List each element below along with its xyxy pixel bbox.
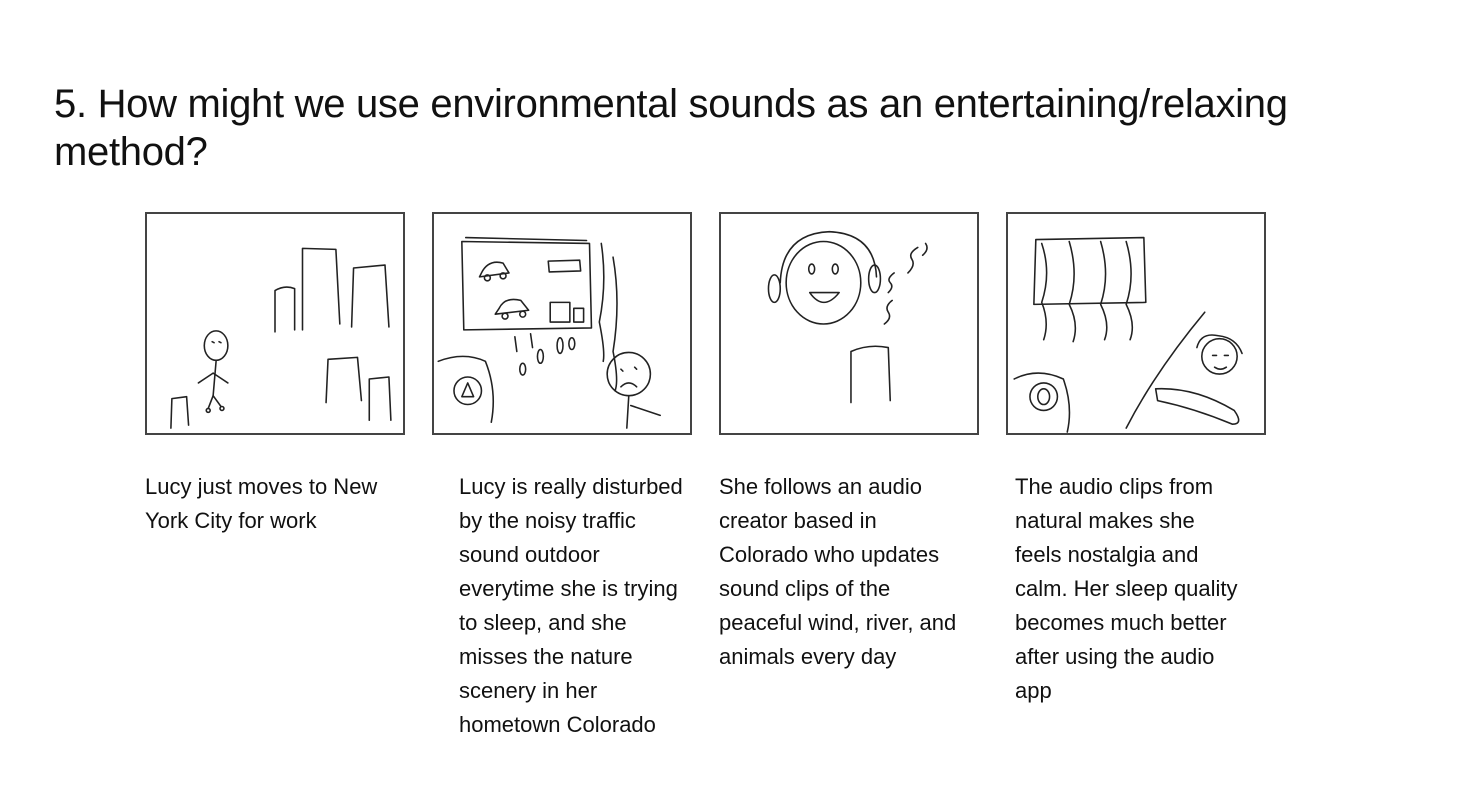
- audio-creator-sketch: [767, 230, 928, 404]
- storyboard-caption-3: She follows an audio creator based in Co…: [719, 474, 957, 669]
- storyboard-caption-1: Lucy just moves to New York City for wor…: [145, 474, 378, 533]
- noisy-traffic-sketch: [437, 236, 661, 429]
- storyboard-panel-4: [1006, 212, 1266, 435]
- slide-title: 5. How might we use environmental sounds…: [54, 82, 1288, 174]
- relaxing-sleep-sketch: [1013, 236, 1243, 433]
- person-in-city-sketch: [170, 247, 392, 429]
- storyboard-caption-4: The audio clips from natural makes she f…: [1015, 474, 1238, 703]
- storyboard-panel-3: [719, 212, 979, 435]
- storyboard-panel-2: [432, 212, 692, 435]
- storyboard-panel-1: [145, 212, 405, 435]
- storyboard-caption-2: Lucy is really disturbed by the noisy tr…: [459, 474, 683, 737]
